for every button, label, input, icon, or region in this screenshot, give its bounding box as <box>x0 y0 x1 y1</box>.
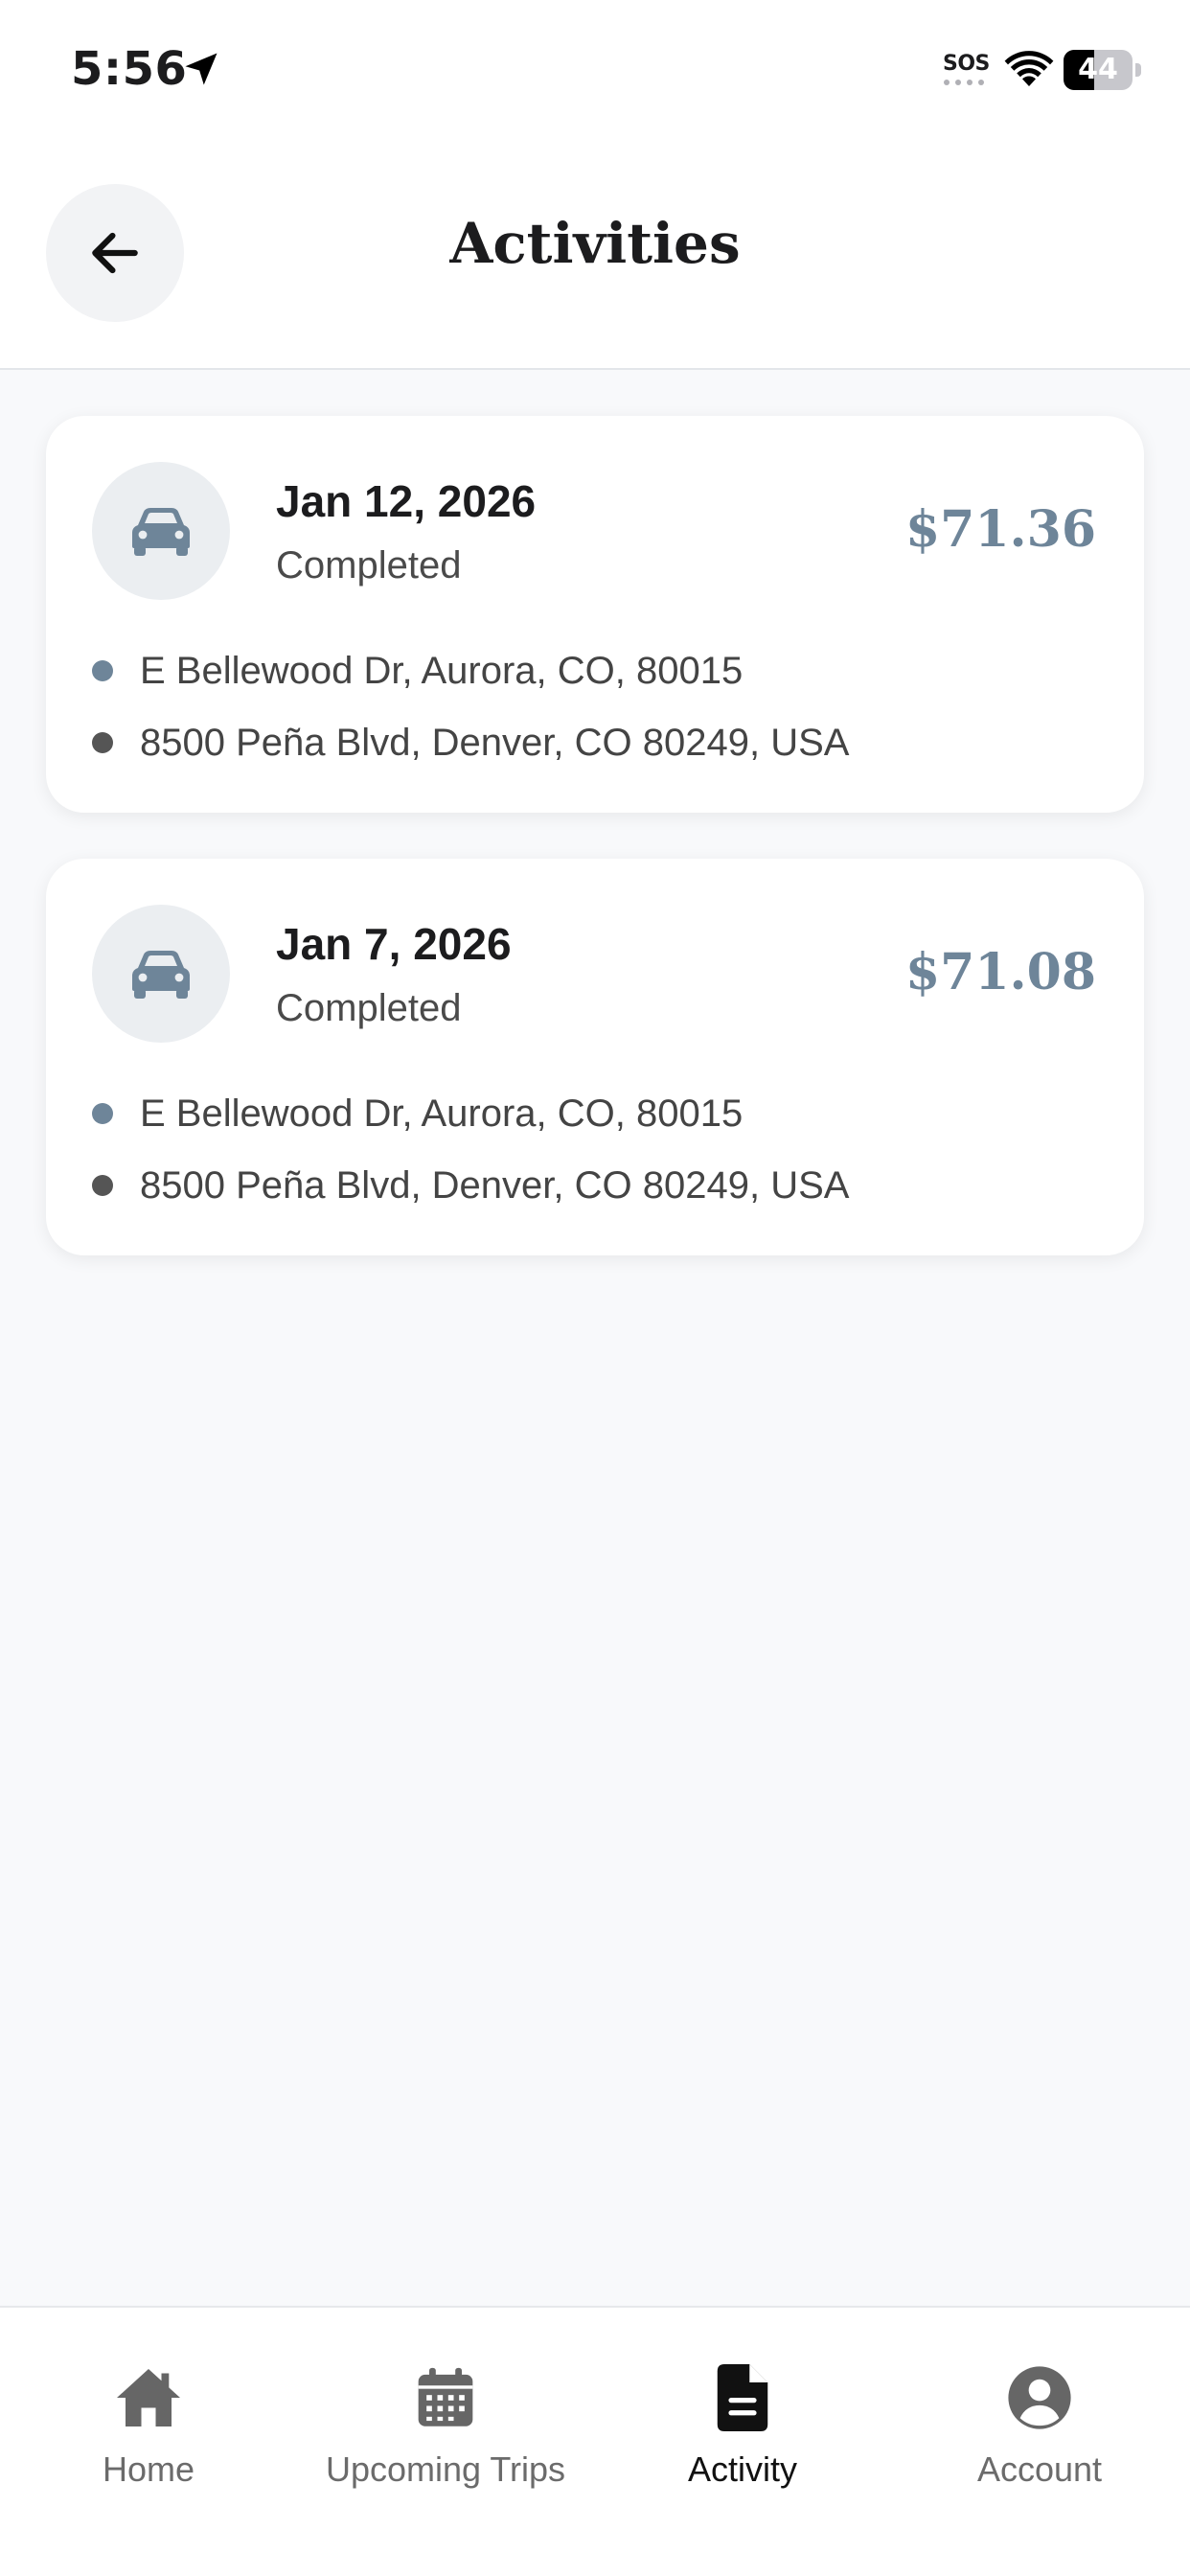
pickup-address: E Bellewood Dr, Aurora, CO, 80015 <box>140 649 744 692</box>
status-bar: 5:56 SOS 44 <box>0 0 1190 144</box>
status-time: 5:56 <box>71 42 188 96</box>
pickup-address-row: E Bellewood Dr, Aurora, CO, 80015 <box>92 1090 743 1138</box>
pickup-address-row: E Bellewood Dr, Aurora, CO, 80015 <box>92 647 743 695</box>
nav-item-upcoming-trips[interactable]: Upcoming Trips <box>302 2308 589 2518</box>
dropoff-address: 8500 Peña Blvd, Denver, CO 80249, USA <box>140 1163 850 1207</box>
trip-price: $71.36 <box>904 500 1096 559</box>
nav-label: Account <box>976 2450 1103 2489</box>
pickup-dot-icon <box>92 660 113 681</box>
dropoff-address: 8500 Peña Blvd, Denver, CO 80249, USA <box>140 721 850 764</box>
battery-cap <box>1135 63 1141 77</box>
sos-indicator: SOS <box>943 52 990 76</box>
battery-icon: 44 <box>1064 50 1133 90</box>
battery-indicator: 44 <box>1064 50 1142 90</box>
activities-screen: 5:56 SOS 44 Activities Jan 12, 2026 Comp… <box>0 0 1190 2576</box>
calendar-icon <box>409 2361 482 2434</box>
wifi-icon <box>1004 51 1054 86</box>
nav-item-home[interactable]: Home <box>53 2308 244 2518</box>
trip-date: Jan 12, 2026 <box>276 476 537 526</box>
page-title: Activities <box>449 211 741 276</box>
trip-status: Completed <box>276 544 462 586</box>
signal-dots-icon <box>944 80 984 85</box>
nav-item-account[interactable]: Account <box>944 2308 1135 2518</box>
home-icon <box>112 2361 185 2434</box>
pickup-dot-icon <box>92 1103 113 1124</box>
trip-status: Completed <box>276 987 462 1029</box>
car-icon <box>132 508 190 556</box>
trip-price: $71.08 <box>904 943 1096 1001</box>
account-circle-icon <box>1003 2361 1076 2434</box>
dropoff-address-row: 8500 Peña Blvd, Denver, CO 80249, USA <box>92 1162 849 1209</box>
nav-label: Upcoming Trips <box>325 2450 566 2489</box>
nav-label: Home <box>102 2450 195 2489</box>
pickup-address: E Bellewood Dr, Aurora, CO, 80015 <box>140 1092 744 1135</box>
location-arrow-icon <box>185 53 217 85</box>
car-icon <box>132 951 190 999</box>
nav-item-activity[interactable]: Activity <box>647 2308 838 2518</box>
bottom-nav: Home Upcoming Trips Activity Account <box>0 2306 1190 2576</box>
dropoff-address-row: 8500 Peña Blvd, Denver, CO 80249, USA <box>92 719 849 767</box>
car-avatar <box>92 905 230 1043</box>
battery-percent: 44 <box>1078 53 1118 86</box>
dropoff-dot-icon <box>92 732 113 753</box>
header: Activities <box>0 144 1190 370</box>
document-icon <box>706 2361 779 2434</box>
car-avatar <box>92 462 230 600</box>
activity-card[interactable]: Jan 7, 2026 Completed $71.08 E Bellewood… <box>46 859 1144 1255</box>
trip-date: Jan 7, 2026 <box>276 919 512 969</box>
nav-label: Activity <box>687 2450 797 2489</box>
dropoff-dot-icon <box>92 1175 113 1196</box>
activity-card[interactable]: Jan 12, 2026 Completed $71.36 E Bellewoo… <box>46 416 1144 813</box>
